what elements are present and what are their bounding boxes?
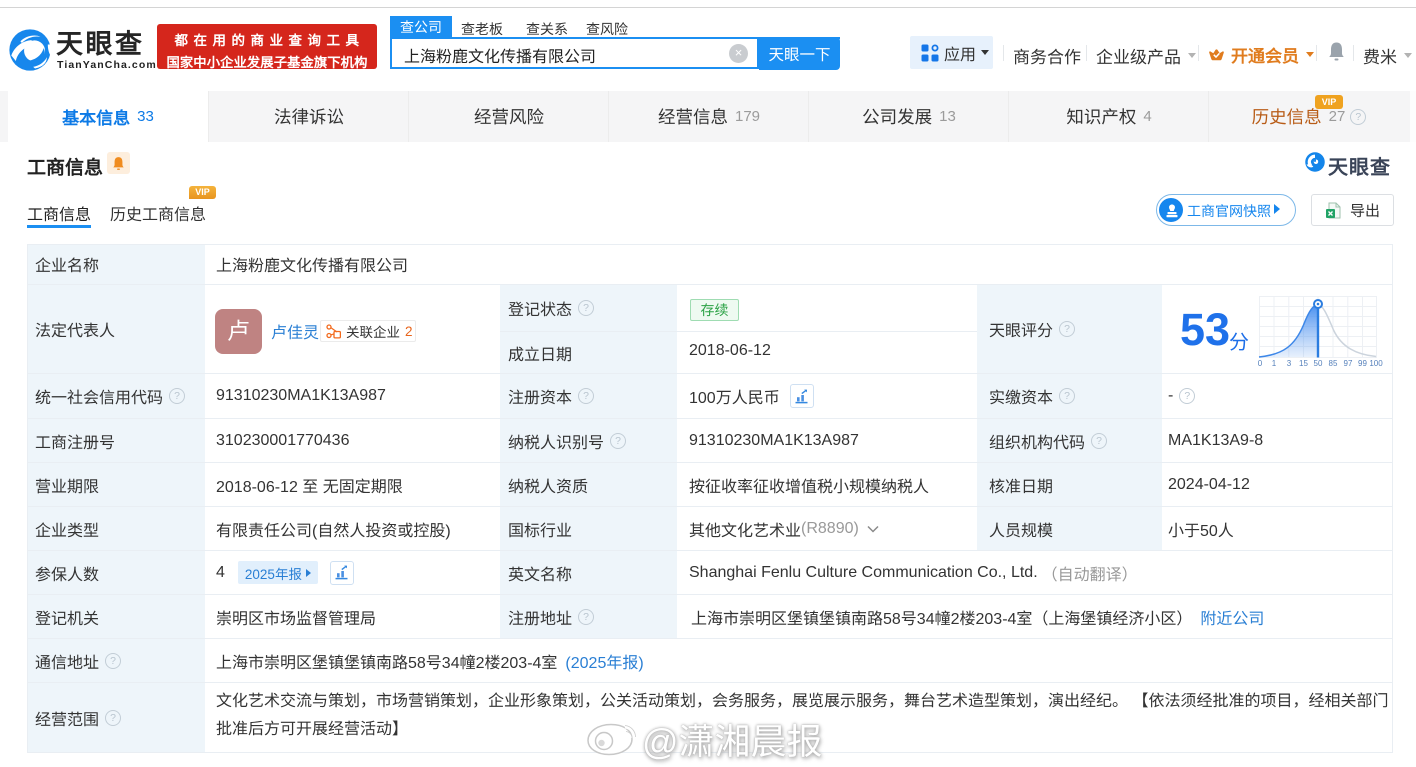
svg-text:85: 85 — [1329, 359, 1338, 368]
svg-text:1: 1 — [1272, 359, 1277, 368]
svg-text:15: 15 — [1299, 359, 1308, 368]
svg-text:97: 97 — [1344, 359, 1353, 368]
svg-text:99: 99 — [1358, 359, 1367, 368]
svg-text:3: 3 — [1287, 359, 1292, 368]
svg-text:0: 0 — [1258, 359, 1263, 368]
svg-text:50: 50 — [1314, 359, 1323, 368]
svg-text:100: 100 — [1369, 359, 1383, 368]
